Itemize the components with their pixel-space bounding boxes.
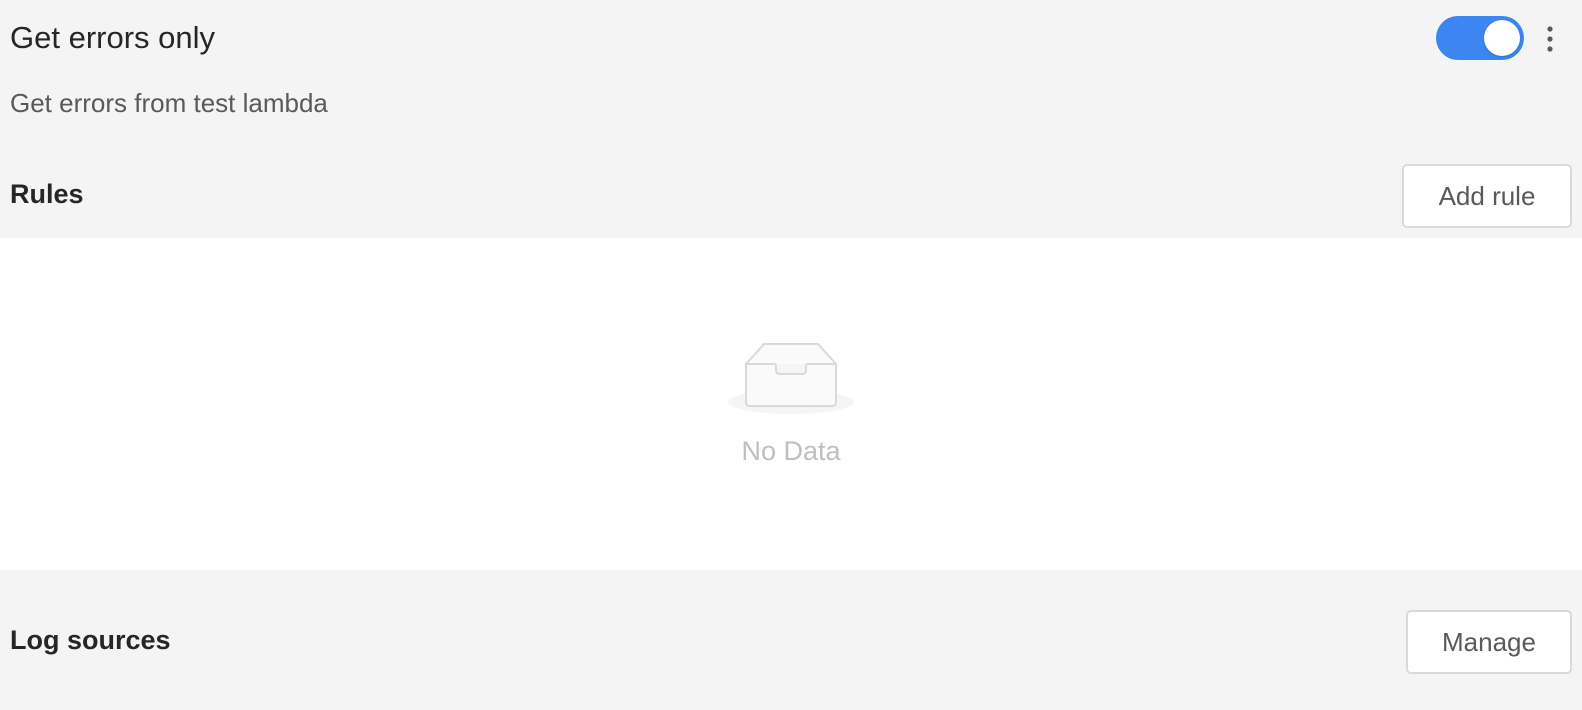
rules-section-title: Rules: [10, 179, 84, 209]
empty-inbox-icon: [726, 332, 856, 416]
empty-state-text: No Data: [741, 436, 841, 466]
page-description: Get errors from test lambda: [10, 88, 328, 118]
log-sources-section-title: Log sources: [10, 625, 171, 655]
rules-table-empty-state: No Data: [0, 238, 1582, 570]
enable-toggle[interactable]: [1436, 16, 1524, 60]
manage-log-sources-button[interactable]: Manage: [1406, 610, 1572, 674]
more-options-icon[interactable]: [1538, 22, 1562, 56]
add-rule-button[interactable]: Add rule: [1402, 164, 1572, 228]
header: Get errors only Get errors from test lam…: [0, 0, 1582, 236]
toggle-knob: [1484, 20, 1520, 56]
page-title: Get errors only: [10, 20, 216, 55]
